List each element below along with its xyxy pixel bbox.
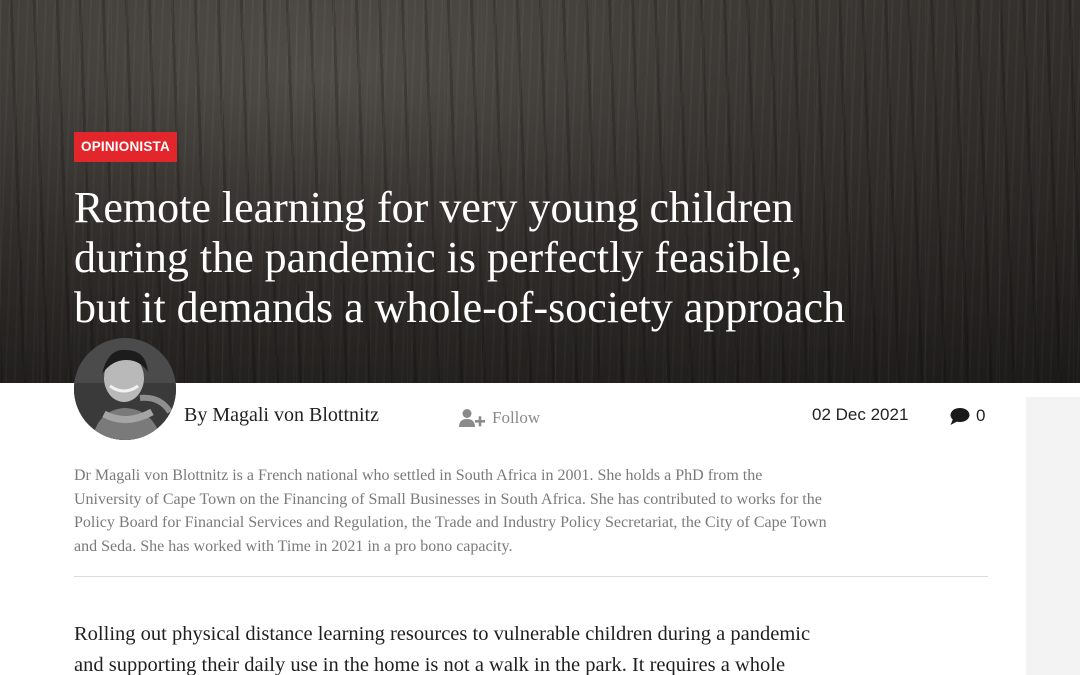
comment-count: 0 (976, 406, 986, 425)
sidebar-panel (1026, 397, 1080, 675)
author-avatar[interactable] (74, 338, 176, 440)
body-line: Rolling out physical distance learning r… (74, 623, 811, 645)
headline-line: during the pandemic is perfectly feasibl… (74, 233, 803, 282)
publish-date: 02 Dec 2021 (812, 405, 909, 424)
headline-line: Remote learning for very young children (74, 183, 794, 232)
user-plus-icon (459, 409, 485, 427)
category-badge[interactable]: OPINIONISTA (74, 132, 177, 162)
follow-author-button[interactable]: Follow (459, 406, 540, 430)
author-byline[interactable]: By Magali von Blottnitz (184, 404, 379, 427)
author-bio: Dr Magali von Blottnitz is a French nati… (74, 464, 988, 558)
bio-line: Dr Magali von Blottnitz is a French nati… (74, 467, 763, 484)
follow-label: Follow (492, 408, 541, 427)
comments-link[interactable]: 0 (949, 405, 985, 427)
body-line: and supporting their daily use in the ho… (74, 654, 786, 675)
author-portrait-icon (74, 338, 176, 440)
section-divider (74, 576, 988, 577)
bio-line: Policy Board for Financial Services and … (74, 514, 827, 531)
article-headline: Remote learning for very young children … (74, 183, 994, 333)
article-body: Rolling out physical distance learning r… (74, 619, 1004, 675)
logo-mark-icon (668, 0, 714, 8)
bio-line: University of Cape Town on the Financing… (74, 490, 822, 508)
bio-line: and Seda. She has worked with Time in 20… (74, 537, 513, 555)
speech-bubble-icon (950, 407, 970, 425)
headline-line: but it demands a whole-of-society approa… (74, 283, 845, 332)
